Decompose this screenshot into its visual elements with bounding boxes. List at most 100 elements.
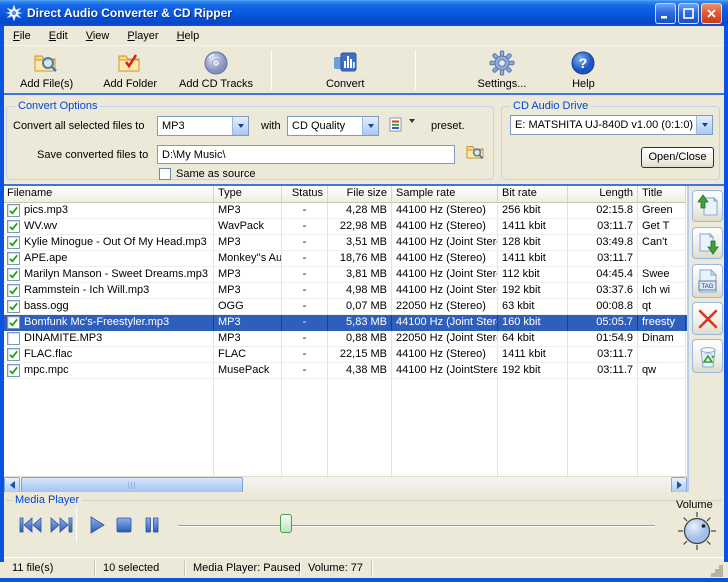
cell-status: - — [282, 219, 328, 235]
column-header-status[interactable]: Status — [282, 186, 328, 203]
table-row[interactable]: DINAMITE.MP3MP3-0,88 MB22050 Hz (Joint S… — [4, 331, 687, 347]
cell-sample: 22050 Hz (Stereo) — [392, 299, 498, 315]
status-filler — [372, 561, 724, 576]
scroll-right-arrow-icon[interactable] — [671, 477, 687, 492]
convert-button[interactable]: Convert — [318, 48, 373, 92]
previous-track-button[interactable] — [18, 514, 44, 536]
table-row[interactable]: bass.oggOGG-0,07 MB22050 Hz (Stereo)63 k… — [4, 299, 687, 315]
table-row[interactable]: mpc.mpcMusePack-4,38 MB44100 Hz (JointSt… — [4, 363, 687, 379]
table-row[interactable]: Bomfunk Mc's-Freestyler.mp3MP3-5,83 MB44… — [4, 315, 687, 331]
save-path-input[interactable] — [157, 145, 455, 164]
cd-drive-combobox[interactable]: E: MATSHITA UJ-840D v1.00 (0:1:0) — [510, 115, 713, 135]
remove-button[interactable] — [692, 302, 723, 335]
side-button-strip: TAG — [687, 186, 724, 492]
quality-combobox[interactable]: CD Quality — [287, 116, 379, 136]
tag-icon: TAG — [697, 268, 719, 294]
status-selected-count: 10 selected — [95, 561, 185, 576]
cell-type: MP3 — [214, 315, 282, 331]
play-button[interactable] — [88, 514, 106, 536]
with-label: with — [261, 120, 281, 132]
menu-edit[interactable]: Edit — [40, 28, 77, 44]
chevron-down-icon[interactable] — [362, 117, 378, 135]
help-button[interactable]: ? Help — [562, 48, 604, 92]
row-checkbox[interactable] — [7, 316, 20, 329]
recycle-bin-button[interactable] — [692, 339, 723, 373]
empty-column — [214, 379, 282, 476]
cell-bitrate: 1411 kbit — [498, 251, 568, 267]
cell-title: Swee — [638, 267, 686, 283]
cell-size: 5,83 MB — [328, 315, 392, 331]
row-checkbox[interactable] — [7, 268, 20, 281]
menu-file[interactable]: File — [4, 28, 40, 44]
row-checkbox[interactable] — [7, 252, 20, 265]
scrollbar-thumb[interactable] — [21, 477, 243, 492]
settings-button[interactable]: Settings... — [470, 48, 535, 92]
move-down-button[interactable] — [692, 227, 723, 259]
close-button[interactable] — [701, 3, 722, 24]
cell-status: - — [282, 235, 328, 251]
column-header-length[interactable]: Length — [568, 186, 638, 203]
move-up-button[interactable] — [692, 190, 723, 222]
row-checkbox[interactable] — [7, 204, 20, 217]
maximize-button[interactable] — [678, 3, 699, 24]
add-folder-button[interactable]: Add Folder — [95, 48, 165, 92]
table-row[interactable]: pics.mp3MP3-4,28 MB44100 Hz (Stereo)256 … — [4, 203, 687, 219]
table-row[interactable]: APE.apeMonkey''s Audio-18,76 MB44100 Hz … — [4, 251, 687, 267]
volume-knob[interactable] — [676, 510, 718, 555]
filename-text: DINAMITE.MP3 — [24, 331, 102, 346]
add-files-button[interactable]: Add File(s) — [12, 48, 81, 92]
row-checkbox[interactable] — [7, 236, 20, 249]
column-header-filename[interactable]: Filename — [4, 186, 214, 203]
chevron-down-icon[interactable] — [696, 116, 712, 134]
window-title: Direct Audio Converter & CD Ripper — [27, 6, 653, 20]
cell-bitrate: 1411 kbit — [498, 219, 568, 235]
preset-dropdown-arrow[interactable] — [409, 123, 415, 135]
cell-size: 22,98 MB — [328, 219, 392, 235]
row-checkbox[interactable] — [7, 364, 20, 377]
file-table-header: FilenameTypeStatusFile sizeSample rateBi… — [4, 186, 687, 203]
cell-sample: 44100 Hz (Joint Stereo) — [392, 315, 498, 331]
scroll-left-arrow-icon[interactable] — [4, 477, 20, 492]
minimize-button[interactable] — [655, 3, 676, 24]
table-row[interactable]: FLAC.flacFLAC-22,15 MB44100 Hz (Stereo)1… — [4, 347, 687, 363]
cell-length: 03:11.7 — [568, 219, 638, 235]
add-cd-tracks-button[interactable]: Add CD Tracks — [171, 48, 261, 92]
stop-button[interactable] — [115, 514, 133, 536]
open-close-button[interactable]: Open/Close — [641, 147, 714, 168]
chevron-down-icon[interactable] — [232, 117, 248, 135]
seek-track[interactable] — [178, 525, 655, 527]
format-combobox[interactable]: MP3 — [157, 116, 249, 136]
next-track-button[interactable] — [48, 514, 74, 536]
menu-player[interactable]: Player — [118, 28, 167, 44]
preset-list-icon[interactable] — [389, 117, 402, 135]
cell-length: 03:11.7 — [568, 363, 638, 379]
menu-help[interactable]: Help — [168, 28, 209, 44]
cell-filename: DINAMITE.MP3 — [4, 331, 214, 347]
seek-thumb[interactable] — [280, 514, 292, 533]
column-header-bitrate[interactable]: Bit rate — [498, 186, 568, 203]
table-row[interactable]: WV.wvWavPack-22,98 MB44100 Hz (Stereo)14… — [4, 219, 687, 235]
table-row[interactable]: Kylie Minogue - Out Of My Head.mp3MP3-3,… — [4, 235, 687, 251]
filename-text: Kylie Minogue - Out Of My Head.mp3 — [24, 235, 207, 250]
cell-bitrate: 112 kbit — [498, 267, 568, 283]
row-checkbox[interactable] — [7, 220, 20, 233]
same-as-source-checkbox[interactable] — [159, 168, 171, 180]
row-checkbox[interactable] — [7, 300, 20, 313]
table-row[interactable]: Rammstein - Ich Will.mp3MP3-4,98 MB44100… — [4, 283, 687, 299]
pause-button[interactable] — [144, 514, 160, 536]
tag-editor-button[interactable]: TAG — [692, 264, 723, 298]
row-checkbox[interactable] — [7, 348, 20, 361]
row-checkbox[interactable] — [7, 332, 20, 345]
resize-grip[interactable] — [719, 573, 723, 577]
cell-title: Get T — [638, 219, 686, 235]
row-checkbox[interactable] — [7, 284, 20, 297]
menu-view[interactable]: View — [77, 28, 119, 44]
column-header-title[interactable]: Title — [638, 186, 686, 203]
cell-title: Ich wi — [638, 283, 686, 299]
horizontal-scrollbar[interactable] — [4, 476, 687, 492]
column-header-sample[interactable]: Sample rate — [392, 186, 498, 203]
browse-folder-icon[interactable] — [466, 143, 486, 164]
column-header-size[interactable]: File size — [328, 186, 392, 203]
column-header-type[interactable]: Type — [214, 186, 282, 203]
table-row[interactable]: Marilyn Manson - Sweet Dreams.mp3MP3-3,8… — [4, 267, 687, 283]
